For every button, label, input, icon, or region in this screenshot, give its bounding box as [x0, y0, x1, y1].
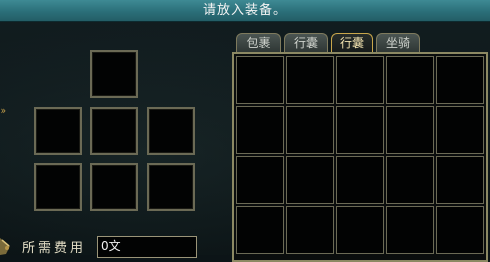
equip-slot-bottom-right[interactable]	[147, 163, 195, 211]
equip-slot-mid-left[interactable]	[34, 107, 82, 155]
tab-pack-1[interactable]: 行囊	[284, 33, 328, 53]
ornament-icon	[0, 238, 10, 255]
expand-arrow-icon[interactable]: »	[1, 104, 6, 117]
equip-slot-mid-right[interactable]	[147, 107, 195, 155]
equip-slot-bottom-center[interactable]	[90, 163, 138, 211]
inventory-cell[interactable]	[286, 56, 334, 104]
inventory-cell[interactable]	[386, 206, 434, 254]
inventory-cell[interactable]	[386, 106, 434, 154]
inventory-cell[interactable]	[336, 206, 384, 254]
inventory-cell[interactable]	[336, 106, 384, 154]
inventory-cell[interactable]	[236, 206, 284, 254]
inventory-cell[interactable]	[236, 156, 284, 204]
inventory-grid	[232, 52, 488, 262]
prompt-text: 请放入装备。	[202, 3, 287, 18]
inventory-cell[interactable]	[436, 56, 484, 104]
inventory-cell[interactable]	[386, 156, 434, 204]
inventory-cell[interactable]	[286, 106, 334, 154]
tab-pack-2[interactable]: 行囊	[331, 33, 373, 53]
inventory-cell[interactable]	[336, 56, 384, 104]
inventory-cell[interactable]	[436, 156, 484, 204]
inventory-cell[interactable]	[336, 156, 384, 204]
equip-slot-mid-center[interactable]	[90, 107, 138, 155]
header-bar: 请放入装备。	[0, 0, 490, 22]
equip-slot-top[interactable]	[90, 50, 138, 98]
inventory-cell[interactable]	[386, 56, 434, 104]
inventory-cell[interactable]	[436, 206, 484, 254]
tab-mount[interactable]: 坐骑	[376, 33, 420, 53]
inventory-cell[interactable]	[236, 106, 284, 154]
equip-slot-bottom-left[interactable]	[34, 163, 82, 211]
inventory-cell[interactable]	[236, 56, 284, 104]
inventory-cell[interactable]	[286, 206, 334, 254]
tab-bag[interactable]: 包裹	[236, 33, 281, 53]
inventory-cell[interactable]	[286, 156, 334, 204]
inventory-cell[interactable]	[436, 106, 484, 154]
fee-label: 所需费用	[22, 241, 87, 256]
